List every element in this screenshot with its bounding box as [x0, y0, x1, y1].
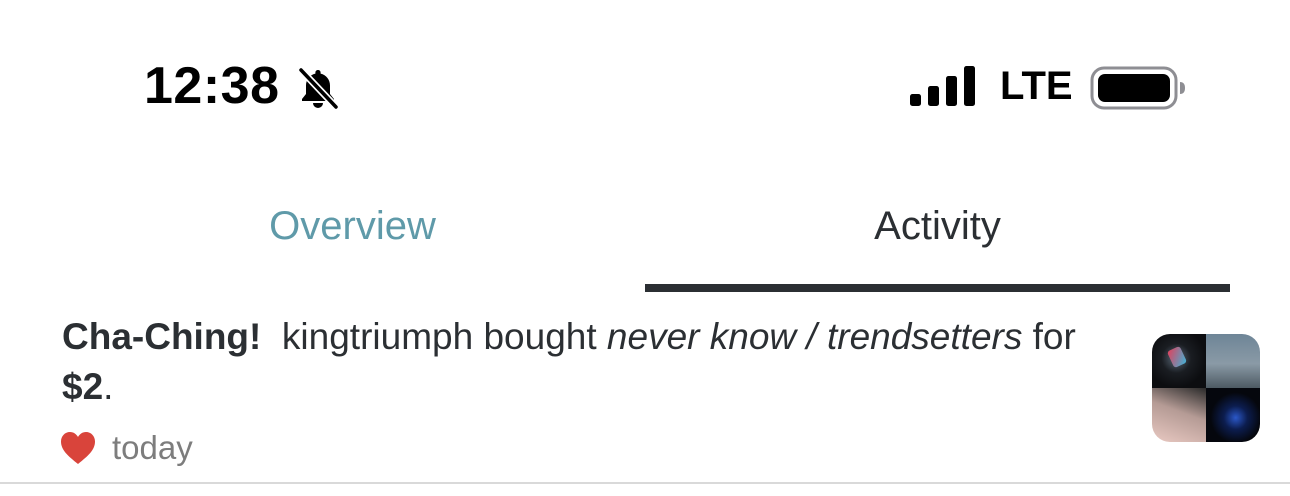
activity-preposition: for [1032, 316, 1076, 357]
tab-activity-label: Activity [874, 204, 1001, 248]
artwork-tile [1206, 334, 1260, 388]
activity-period: . [103, 366, 114, 407]
heart-icon [61, 432, 95, 464]
activity-price: $2 [62, 366, 104, 407]
tab-activity[interactable]: Activity [645, 180, 1230, 292]
activity-actor[interactable]: kingtriumph [282, 316, 473, 357]
bell-slash-icon [297, 66, 340, 111]
artwork-tile [1152, 334, 1206, 388]
activity-meta: today [60, 428, 193, 468]
clock-time: 12:38 [144, 57, 280, 115]
activity-message: Cha-Ching! kingtriumph bought never know… [62, 312, 1082, 412]
battery-icon [1090, 66, 1185, 110]
activity-headline: Cha-Ching! [62, 316, 262, 357]
activity-timestamp: today [112, 429, 193, 466]
artwork-tile [1152, 388, 1206, 442]
item-artwork-thumbnail[interactable] [1152, 334, 1260, 442]
network-type: LTE [1000, 64, 1073, 108]
tab-overview[interactable]: Overview [60, 180, 645, 292]
activity-item-title[interactable]: never know / trendsetters [607, 316, 1022, 357]
activity-list-item[interactable]: Cha-Ching! kingtriumph bought never know… [0, 292, 1290, 484]
active-tab-indicator [645, 284, 1230, 292]
tab-overview-label: Overview [269, 204, 436, 248]
activity-verb: bought [483, 316, 597, 357]
status-bar: 12:38 LTE [0, 0, 1290, 180]
artwork-tile [1206, 388, 1260, 442]
tab-bar: Overview Activity [60, 180, 1230, 292]
signal-bars-icon [910, 66, 975, 106]
